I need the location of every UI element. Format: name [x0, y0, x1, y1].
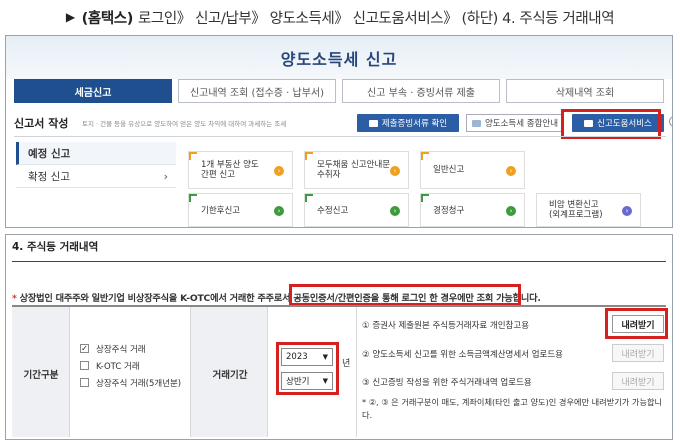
- card-simple-real-estate[interactable]: 1개 부동산 양도 간편 신고 ›: [188, 151, 293, 189]
- corner-accent: [305, 152, 313, 160]
- table-top-border: [12, 305, 666, 307]
- column-divider: [356, 307, 357, 437]
- arrow-right-icon: ›: [622, 206, 632, 216]
- option-original-data: ① 증권사 제출원본 주식등거래자료 개인참고용: [362, 321, 530, 331]
- corner-accent: [421, 194, 429, 202]
- download-button-income[interactable]: 내려받기: [612, 344, 664, 362]
- card-general-report[interactable]: 일반신고 ›: [420, 151, 525, 189]
- period-type-header: 기간구분: [12, 307, 70, 437]
- highlight-download: [605, 308, 668, 339]
- capital-gains-guide-button[interactable]: 양도소득세 종합안내: [466, 114, 564, 132]
- sidebar-item-label: 예정 신고: [28, 147, 71, 160]
- highlight-period-select: [276, 342, 339, 395]
- caption-path: 로그인》 신고/납부》 양도소득세》 신고도움서비스》 (하단) 4. 주식등 …: [137, 10, 615, 27]
- stock-trade-panel: 4. 주식등 거래내역 * 상장법인 대주주와 일반기업 비상장주식을 K-OT…: [5, 234, 673, 440]
- checkbox-box[interactable]: [80, 361, 89, 370]
- arrow-right-icon: ›: [506, 166, 516, 176]
- report-type-sidebar: 예정 신고 확정 신고 ›: [16, 142, 176, 188]
- chevron-right-icon: ›: [163, 169, 168, 183]
- card-file-conversion[interactable]: 비암 변환신고 (외계프로그램) ›: [536, 193, 641, 227]
- download-button-trade[interactable]: 내려받기: [612, 372, 664, 390]
- page-title: 양도소득세 신고: [280, 49, 398, 69]
- option-income-statement: ② 양도소득세 신고를 위한 소득금액계산명세서 업로드용: [362, 350, 563, 360]
- corner-accent: [421, 152, 429, 160]
- corner-accent: [189, 194, 197, 202]
- trade-period-label: 거래기간: [212, 370, 248, 381]
- evidence-check-label: 제출증빙서류 확인: [381, 119, 448, 129]
- corner-accent: [305, 194, 313, 202]
- card-label: 1개 부동산 양도 간편 신고: [201, 160, 259, 180]
- capital-gains-guide-label: 양도소득세 종합안내: [484, 119, 559, 129]
- caption-arrow: ▶: [65, 10, 75, 24]
- card-correction-claim[interactable]: 경정청구 ›: [420, 193, 525, 227]
- arrow-right-icon: ›: [506, 206, 516, 216]
- evidence-check-button[interactable]: 제출증빙서류 확인: [357, 114, 459, 132]
- highlight-help-service: [561, 109, 661, 139]
- report-write-label: 신고서 작성: [14, 117, 69, 130]
- checkbox-k-otc[interactable]: K-OTC 거래: [80, 357, 181, 374]
- checkbox-listed-stock[interactable]: ✓ 상장주식 거래: [80, 340, 181, 357]
- help-icon[interactable]: ?: [669, 116, 672, 127]
- arrow-right-icon: ›: [274, 166, 284, 176]
- highlight-cert-login: [289, 284, 521, 306]
- arrow-right-icon: ›: [274, 206, 284, 216]
- option-trade-upload: ③ 신고증빙 작성을 위한 주식거래내역 업로드용: [362, 378, 532, 388]
- tab-tax-report[interactable]: 세금신고: [14, 79, 172, 103]
- checkbox-box[interactable]: ✓: [80, 344, 89, 353]
- guide-icon: [471, 119, 481, 127]
- year-unit: 년: [342, 359, 351, 369]
- period-type-label: 기간구분: [23, 370, 59, 381]
- checkbox-label: 상장주식 거래: [96, 344, 146, 355]
- checkbox-box[interactable]: [80, 378, 89, 387]
- checkbox-listed-stock-5y[interactable]: 상장주식 거래(5개년분): [80, 374, 181, 391]
- trade-period-header: 거래기간: [190, 307, 268, 437]
- sidebar-item-label: 확정 신고: [28, 170, 70, 183]
- card-label: 수정신고: [317, 206, 349, 216]
- sidebar-item-final-report[interactable]: 확정 신고 ›: [16, 165, 176, 188]
- report-write-desc: 토지 · 건물 등을 유상으로 양도하여 얻은 양도 차익에 대하여 과세하는 …: [82, 120, 287, 128]
- section-title: 4. 주식등 거래내역: [12, 241, 99, 253]
- checkbox-label: 상장주식 거래(5개년분): [96, 378, 182, 389]
- card-label: 경정청구: [433, 206, 465, 216]
- notice-star: *: [12, 293, 17, 304]
- tax-report-panel: 양도소득세 신고 세금신고 신고내역 조회 (접수증 · 납부서) 신고 부속 …: [5, 35, 673, 228]
- tab-attachment-submit[interactable]: 신고 부속 · 증빙서류 제출: [342, 79, 500, 103]
- download-footnote: * ②, ③ 은 거래구분이 매도, 계좌이체(타인 출고 양도)인 경우에만 …: [362, 397, 663, 420]
- card-label: 비암 변환신고 (외계프로그램): [549, 200, 603, 220]
- caption: ▶ (홈택스) 로그인》 신고/납부》 양도소득세》 신고도움서비스》 (하단)…: [0, 0, 680, 34]
- arrow-right-icon: ›: [390, 206, 400, 216]
- document-icon: [368, 119, 378, 127]
- card-prefilled-notice[interactable]: 모두채움 신고안내문 수취자 ›: [304, 151, 409, 189]
- arrow-right-icon: ›: [390, 166, 400, 176]
- card-amended-report[interactable]: 수정신고 ›: [304, 193, 409, 227]
- trade-type-checkboxes: ✓ 상장주식 거래 K-OTC 거래 상장주식 거래(5개년분): [80, 340, 181, 391]
- corner-accent: [189, 152, 197, 160]
- tab-deleted-history[interactable]: 삭제내역 조회: [506, 79, 664, 103]
- card-label: 모두채움 신고안내문 수취자: [317, 160, 391, 180]
- checkbox-label: K-OTC 거래: [96, 361, 140, 372]
- divider: [14, 136, 666, 137]
- sidebar-item-scheduled-report[interactable]: 예정 신고: [16, 142, 176, 165]
- card-late-report[interactable]: 기한후신고 ›: [188, 193, 293, 227]
- tab-bar: 세금신고 신고내역 조회 (접수증 · 납부서) 신고 부속 · 증빙서류 제출…: [14, 79, 664, 103]
- tab-report-history[interactable]: 신고내역 조회 (접수증 · 납부서): [178, 79, 336, 103]
- caption-site: (홈택스): [81, 10, 134, 27]
- section-divider: [12, 261, 666, 262]
- card-label: 기한후신고: [201, 206, 241, 216]
- card-label: 일반신고: [433, 165, 465, 175]
